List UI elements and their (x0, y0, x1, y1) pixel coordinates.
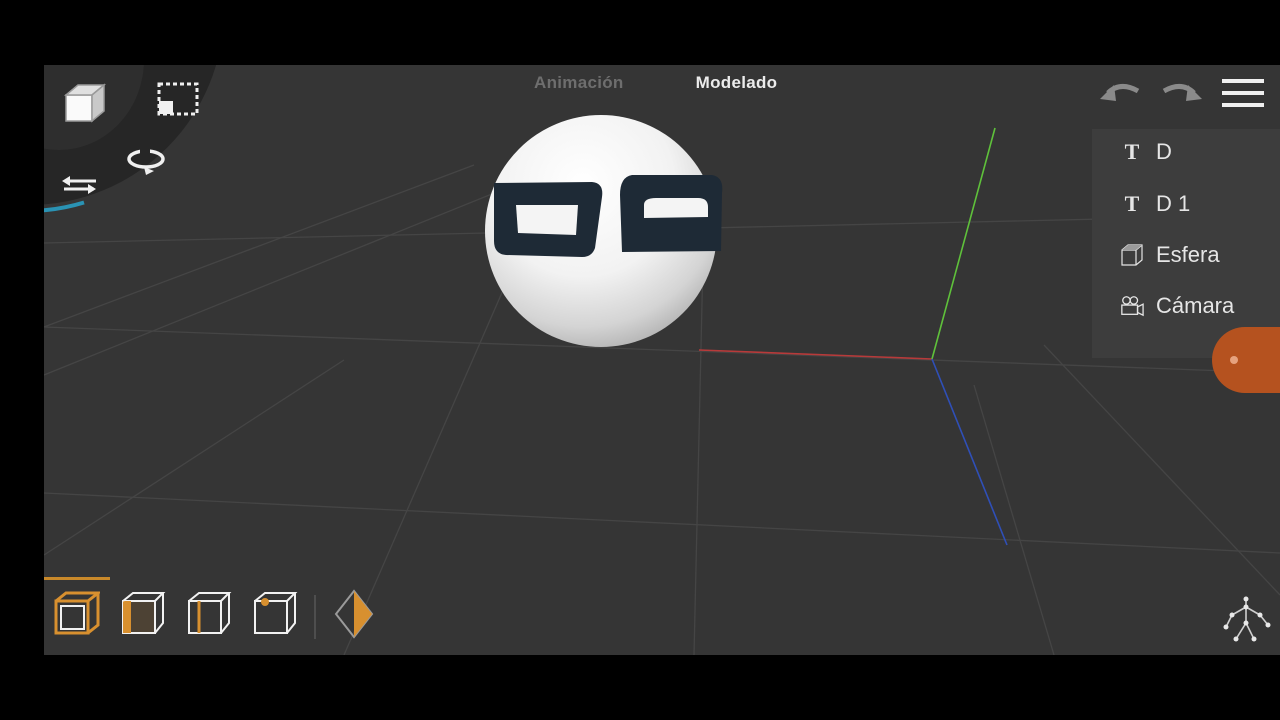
outliner-panel: T D T D 1 Esfera Cámara (1092, 129, 1280, 358)
redo-icon[interactable] (1160, 79, 1204, 107)
armature-rig-icon[interactable] (1220, 593, 1272, 645)
outliner-item-d[interactable]: T D (1120, 139, 1172, 165)
side-panel-handle[interactable] (1212, 327, 1280, 393)
move-icon[interactable] (60, 171, 100, 201)
keyframe-diamond-icon[interactable] (334, 589, 374, 639)
outliner-item-label: D (1156, 139, 1172, 164)
toolbar-divider (314, 595, 316, 639)
mesh-object-icon (1120, 243, 1144, 267)
letter-d-object[interactable] (494, 182, 603, 257)
edge-mode-icon[interactable] (187, 591, 233, 637)
handle-dot (1230, 356, 1238, 364)
tab-animacion[interactable]: Animación (534, 73, 624, 93)
active-mode-indicator (44, 577, 110, 580)
vertex-mode-icon[interactable] (253, 591, 299, 637)
tab-modelado[interactable]: Modelado (696, 73, 778, 93)
text-object-icon: T (1124, 139, 1140, 164)
rotate-icon[interactable] (124, 145, 170, 177)
outliner-item-camara[interactable]: Cámara (1120, 293, 1234, 319)
hamburger-menu-icon[interactable] (1222, 77, 1266, 109)
outliner-item-d1[interactable]: T D 1 (1120, 191, 1191, 217)
letter-d1-object[interactable] (620, 175, 723, 252)
top-right-controls (1098, 77, 1280, 109)
camera-object-icon (1120, 294, 1144, 318)
text-object-icon: T (1124, 191, 1140, 216)
outliner-item-label: Cámara (1156, 293, 1235, 318)
outliner-item-label: Esfera (1156, 242, 1220, 267)
app-window: Animación Modelado T D T D 1 Esfera Cáma… (44, 65, 1280, 655)
mode-tabs: Animación Modelado (534, 73, 777, 93)
undo-icon[interactable] (1098, 79, 1142, 107)
cube-view-icon[interactable] (62, 81, 108, 125)
box-select-icon[interactable] (156, 81, 200, 117)
outliner-item-esfera[interactable]: Esfera (1120, 242, 1220, 268)
object-mode-icon[interactable] (54, 591, 100, 637)
bottom-toolbar (44, 577, 1280, 655)
face-mode-icon[interactable] (121, 591, 167, 637)
outliner-item-label: D 1 (1156, 191, 1191, 216)
